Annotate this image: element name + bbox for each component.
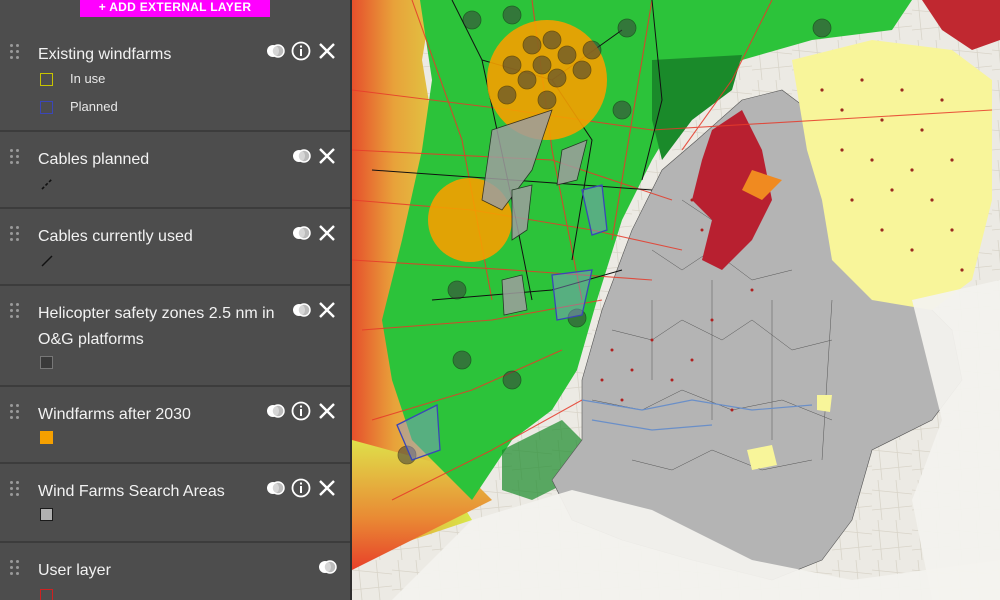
legend-label: In use <box>70 71 106 86</box>
close-icon[interactable] <box>316 477 338 499</box>
opacity-icon[interactable] <box>290 145 312 167</box>
layer-item-search-areas[interactable]: Wind Farms Search Areas <box>0 465 350 543</box>
layer-item-user-layer[interactable]: User layer <box>0 544 350 600</box>
close-icon[interactable] <box>316 222 338 244</box>
drag-handle-icon[interactable] <box>10 560 20 578</box>
layer-title: Cables planned <box>38 151 150 168</box>
dashed-line-swatch <box>41 178 53 190</box>
legend-item-dashed-line <box>40 177 56 193</box>
drag-handle-icon[interactable] <box>10 149 20 167</box>
legend-item-fill <box>40 507 56 523</box>
opacity-icon[interactable] <box>264 40 286 62</box>
close-icon[interactable] <box>316 299 338 321</box>
legend-item-solid-line <box>40 254 56 270</box>
legend-item-outline <box>40 588 56 600</box>
info-icon[interactable] <box>290 477 312 499</box>
legend-swatch <box>40 431 53 444</box>
drag-handle-icon[interactable] <box>10 481 20 499</box>
opacity-icon[interactable] <box>290 299 312 321</box>
layer-title: User layer <box>38 562 111 579</box>
legend-swatch <box>40 73 53 86</box>
drag-handle-icon[interactable] <box>10 303 20 321</box>
layer-title: Cables currently used <box>38 228 193 245</box>
opacity-icon[interactable] <box>290 222 312 244</box>
legend-label: Planned <box>70 99 118 114</box>
drag-handle-icon[interactable] <box>10 44 20 62</box>
solid-line-swatch <box>41 255 53 267</box>
legend-swatch <box>40 589 53 600</box>
add-external-layer-button[interactable]: + ADD EXTERNAL LAYER <box>80 0 270 17</box>
legend-item-fill <box>40 430 56 446</box>
info-icon[interactable] <box>290 40 312 62</box>
layer-item-existing-windfarms[interactable]: Existing windfarms In use Planned <box>0 28 350 132</box>
close-icon[interactable] <box>316 400 338 422</box>
layer-item-cables-planned[interactable]: Cables planned <box>0 133 350 209</box>
layer-title: Windfarms after 2030 <box>38 406 191 423</box>
layer-title: Helicopter safety zones 2.5 nm in O&G pl… <box>38 305 275 348</box>
layer-item-cables-current[interactable]: Cables currently used <box>0 210 350 286</box>
legend-swatch <box>40 356 53 369</box>
drag-handle-icon[interactable] <box>10 404 20 422</box>
layer-title: Existing windfarms <box>38 46 172 63</box>
close-icon[interactable] <box>316 40 338 62</box>
opacity-icon[interactable] <box>316 556 338 578</box>
bird-zone-yellow <box>817 395 832 412</box>
opacity-icon[interactable] <box>264 477 286 499</box>
legend-swatch <box>40 508 53 521</box>
legend-item-fill <box>40 355 56 371</box>
layers-sidebar: + ADD EXTERNAL LAYER Existing windfarms … <box>0 0 352 600</box>
info-icon[interactable] <box>290 400 312 422</box>
close-icon[interactable] <box>316 145 338 167</box>
layer-item-windfarms-2030[interactable]: Windfarms after 2030 <box>0 388 350 464</box>
drag-handle-icon[interactable] <box>10 226 20 244</box>
layer-title: Wind Farms Search Areas <box>38 483 225 500</box>
map-canvas[interactable] <box>352 0 1000 600</box>
legend-swatch <box>40 101 53 114</box>
opacity-icon[interactable] <box>264 400 286 422</box>
map-svg[interactable] <box>352 0 1000 600</box>
layer-item-helicopter-zones[interactable]: Helicopter safety zones 2.5 nm in O&G pl… <box>0 287 350 387</box>
